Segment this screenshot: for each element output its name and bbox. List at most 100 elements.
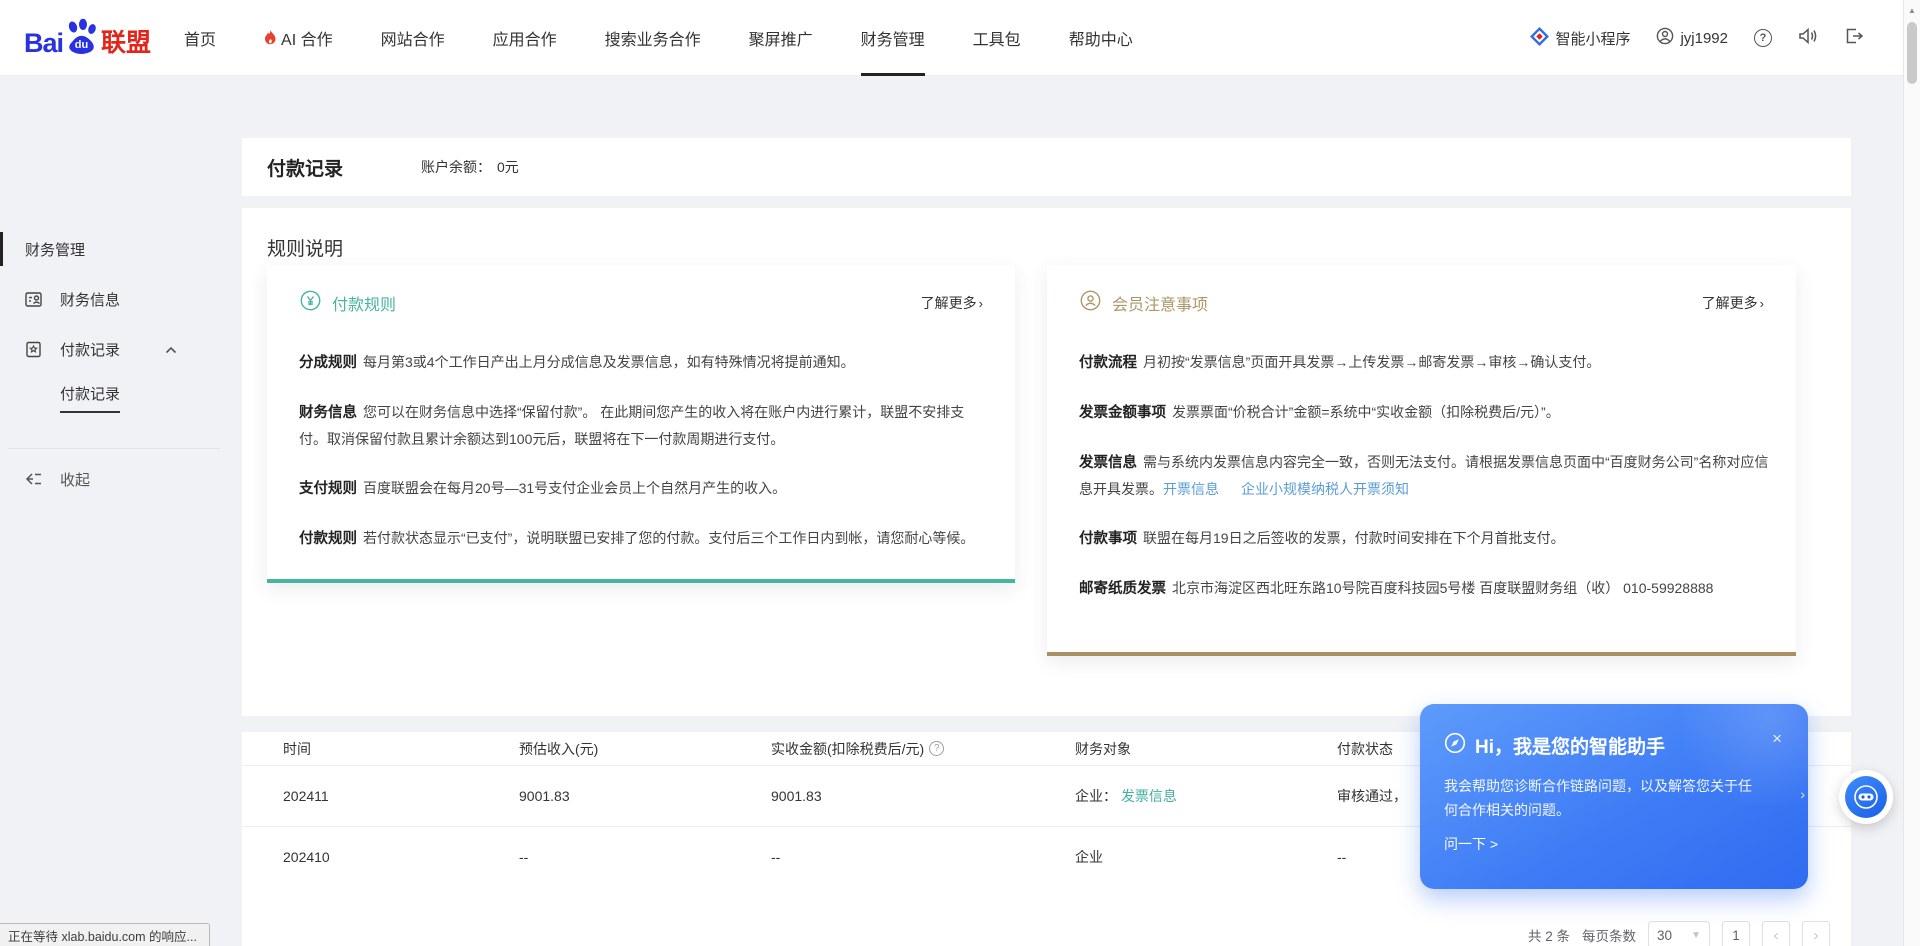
scrollbar-thumb[interactable] bbox=[1907, 22, 1917, 84]
payment-rule-icon bbox=[299, 289, 322, 317]
help-icon: ? bbox=[1754, 29, 1772, 47]
member-notes-title: 会员注意事项 bbox=[1112, 291, 1208, 315]
payment-rules-body: 分成规则每月第3或4个工作日产出上月分成信息及发票信息，如有特殊情况将提前通知。… bbox=[299, 349, 989, 575]
logout-button[interactable] bbox=[1844, 27, 1863, 50]
nav-item-9[interactable]: 帮助中心 bbox=[1045, 0, 1157, 76]
table-cell: 202411 bbox=[283, 788, 519, 804]
payment-records-header-card: 付款记录 账户余额：0元 bbox=[242, 138, 1851, 196]
per-page-label: 每页条数 bbox=[1582, 925, 1636, 945]
column-header: 时间 bbox=[283, 739, 519, 759]
column-header: 预估收入(元) bbox=[519, 739, 771, 759]
ask-now-link[interactable]: 问一下 > bbox=[1444, 834, 1498, 854]
assistant-message: 我会帮助您诊断合作链路问题，以及解答您关于任何合作相关的问题。 bbox=[1444, 774, 1760, 822]
scrollbar-up-icon[interactable]: ▲ bbox=[1904, 6, 1920, 15]
sidebar: 财务管理 财务信息 付款记录 付款记录 bbox=[0, 76, 242, 946]
baidu-union-logo[interactable]: Bai du 联盟 bbox=[24, 18, 151, 59]
payment-rules-title: 付款规则 bbox=[332, 291, 396, 315]
status-text: 正在等待 xlab.baidu.com 的响应... bbox=[8, 926, 197, 945]
sidebar-subitem-payment-records[interactable]: 付款记录 bbox=[0, 382, 242, 414]
payment-record-icon bbox=[24, 340, 43, 359]
table-cell: -- bbox=[771, 849, 1075, 865]
help-tooltip-icon[interactable]: ? bbox=[929, 741, 944, 756]
browser-status-bar: 正在等待 xlab.baidu.com 的响应... bbox=[0, 923, 210, 946]
chevron-up-icon bbox=[165, 341, 177, 358]
payment-rules-panel: 付款规则 了解更多› 分成规则每月第3或4个工作日产出上月分成信息及发票信息，如… bbox=[267, 265, 1015, 583]
nav-item-7[interactable]: 财务管理 bbox=[837, 0, 949, 76]
assistant-fab-button[interactable] bbox=[1839, 770, 1893, 824]
close-icon[interactable]: × bbox=[1772, 730, 1782, 747]
username: jyj1992 bbox=[1680, 30, 1728, 47]
table-cell: 202410 bbox=[283, 849, 519, 865]
member-notes-body: 付款流程月初按“发票信息”页面开具发票→上传发票→邮寄发票→审核→确认支付。发票… bbox=[1079, 349, 1769, 625]
balance-value: 0元 bbox=[497, 159, 519, 175]
logo-union-text: 联盟 bbox=[101, 23, 151, 59]
baidu-paw-icon: du bbox=[64, 18, 98, 59]
table-cell: 企业： 发票信息 bbox=[1075, 786, 1337, 806]
table-cell: 9001.83 bbox=[771, 788, 1075, 804]
top-navigation-bar: Bai du 联盟 首页AI 合作网站合作应用合作搜索业务合作聚屏推广财务管理工… bbox=[0, 0, 1903, 76]
user-account[interactable]: jyj1992 bbox=[1656, 27, 1728, 49]
nav-item-8[interactable]: 工具包 bbox=[949, 0, 1045, 76]
sidebar-collapse-button[interactable]: 收起 bbox=[0, 464, 242, 494]
rule-item: 付款事项联盟在每月19日之后签收的发票，付款时间安排在下个月首批支付。 bbox=[1079, 525, 1769, 552]
rule-item: 邮寄纸质发票北京市海淀区西北旺东路10号院百度科技园5号楼 百度联盟财务组（收）… bbox=[1079, 575, 1769, 602]
logout-icon bbox=[1844, 27, 1863, 50]
assistant-avatar-icon bbox=[1845, 776, 1887, 818]
main-nav: 首页AI 合作网站合作应用合作搜索业务合作聚屏推广财务管理工具包帮助中心 bbox=[160, 0, 1157, 76]
compass-icon bbox=[1444, 732, 1466, 759]
rule-item: 发票金额事项发票票面“价税合计”金额=系统中“实收金额（扣除税费后/元）”。 bbox=[1079, 399, 1769, 426]
collapse-icon bbox=[24, 471, 42, 487]
table-cell: -- bbox=[519, 849, 771, 865]
column-header: 实收金额(扣除税费后/元)? bbox=[771, 739, 1075, 759]
member-notice-icon bbox=[1079, 289, 1102, 317]
per-page-select[interactable]: 30 ▼ bbox=[1648, 921, 1710, 946]
nav-item-2[interactable]: AI 合作 bbox=[240, 0, 357, 76]
nav-item-6[interactable]: 聚屏推广 bbox=[725, 0, 837, 76]
member-notes-panel: 会员注意事项 了解更多› 付款流程月初按“发票信息”页面开具发票→上传发票→邮寄… bbox=[1047, 265, 1796, 656]
rules-card: 规则说明 付款规则 了解更多› 分成规则每月第3或4个工作日产出上月分成信息及发… bbox=[242, 208, 1851, 716]
prev-page-button[interactable]: ‹ bbox=[1762, 921, 1790, 946]
logo-bai-text: Bai bbox=[24, 28, 63, 59]
flame-icon bbox=[264, 30, 277, 46]
sidebar-item-finance-info[interactable]: 财务信息 bbox=[0, 284, 242, 314]
sidebar-item-payment-records[interactable]: 付款记录 bbox=[0, 334, 242, 364]
screen: Bai du 联盟 首页AI 合作网站合作应用合作搜索业务合作聚屏推广财务管理工… bbox=[0, 0, 1920, 946]
assistant-popup: Hi，我是您的智能助手 × 我会帮助您诊断合作链路问题，以及解答您关于任何合作相… bbox=[1420, 704, 1808, 889]
announcement-button[interactable] bbox=[1798, 27, 1818, 50]
table-cell: 企业 bbox=[1075, 847, 1337, 867]
rule-item: 发票信息需与系统内发票信息内容完全一致，否则无法支付。请根据发票信息页面中“百度… bbox=[1079, 449, 1769, 502]
rule-item: 支付规则百度联盟会在每月20号—31号支付企业会员上个自然月产生的收入。 bbox=[299, 475, 989, 502]
rule-item: 付款规则若付款状态显示“已支付”，说明联盟已安排了您的付款。支付后三个工作日内到… bbox=[299, 525, 989, 552]
invoice-info-link[interactable]: 发票信息 bbox=[1121, 788, 1177, 804]
total-count: 共 2 条 bbox=[1528, 925, 1570, 945]
nav-item-3[interactable]: 网站合作 bbox=[357, 0, 469, 76]
rule-link-2[interactable]: 企业小规模纳税人开票须知 bbox=[1241, 481, 1409, 497]
assistant-expand-arrow[interactable]: › bbox=[1800, 786, 1805, 802]
assistant-title: Hi，我是您的智能助手 bbox=[1475, 732, 1665, 759]
page-1-button[interactable]: 1 bbox=[1722, 921, 1750, 946]
speaker-icon bbox=[1798, 27, 1818, 50]
table-cell: 9001.83 bbox=[519, 788, 771, 804]
member-notes-more-link[interactable]: 了解更多› bbox=[1702, 293, 1764, 313]
rule-item: 财务信息您可以在财务信息中选择“保留付款”。 在此期间您产生的收入将在账户内进行… bbox=[299, 399, 989, 452]
help-button[interactable]: ? bbox=[1754, 29, 1772, 47]
sidebar-section-finance[interactable]: 财务管理 bbox=[0, 232, 242, 266]
svg-text:du: du bbox=[75, 39, 88, 51]
rules-section-title: 规则说明 bbox=[267, 234, 343, 261]
finance-info-icon bbox=[24, 290, 43, 309]
nav-item-1[interactable]: 首页 bbox=[160, 0, 240, 76]
topbar-right: 智能小程序 jyj1992 ? bbox=[1530, 0, 1863, 76]
user-icon bbox=[1656, 27, 1674, 49]
column-header: 财务对象 bbox=[1075, 739, 1337, 759]
mini-program-icon bbox=[1530, 27, 1549, 50]
rule-item: 付款流程月初按“发票信息”页面开具发票→上传发票→邮寄发票→审核→确认支付。 bbox=[1079, 349, 1769, 376]
rule-link-1[interactable]: 开票信息 bbox=[1163, 481, 1219, 497]
nav-item-5[interactable]: 搜索业务合作 bbox=[581, 0, 725, 76]
page-title: 付款记录 bbox=[267, 154, 343, 181]
nav-item-4[interactable]: 应用合作 bbox=[469, 0, 581, 76]
payment-rules-more-link[interactable]: 了解更多› bbox=[921, 293, 983, 313]
mini-program-link[interactable]: 智能小程序 bbox=[1530, 27, 1630, 50]
next-page-button[interactable]: › bbox=[1802, 921, 1830, 946]
browser-scrollbar[interactable]: ▲ bbox=[1903, 0, 1920, 946]
pagination: 共 2 条 每页条数 30 ▼ 1 ‹ › bbox=[1528, 921, 1830, 946]
